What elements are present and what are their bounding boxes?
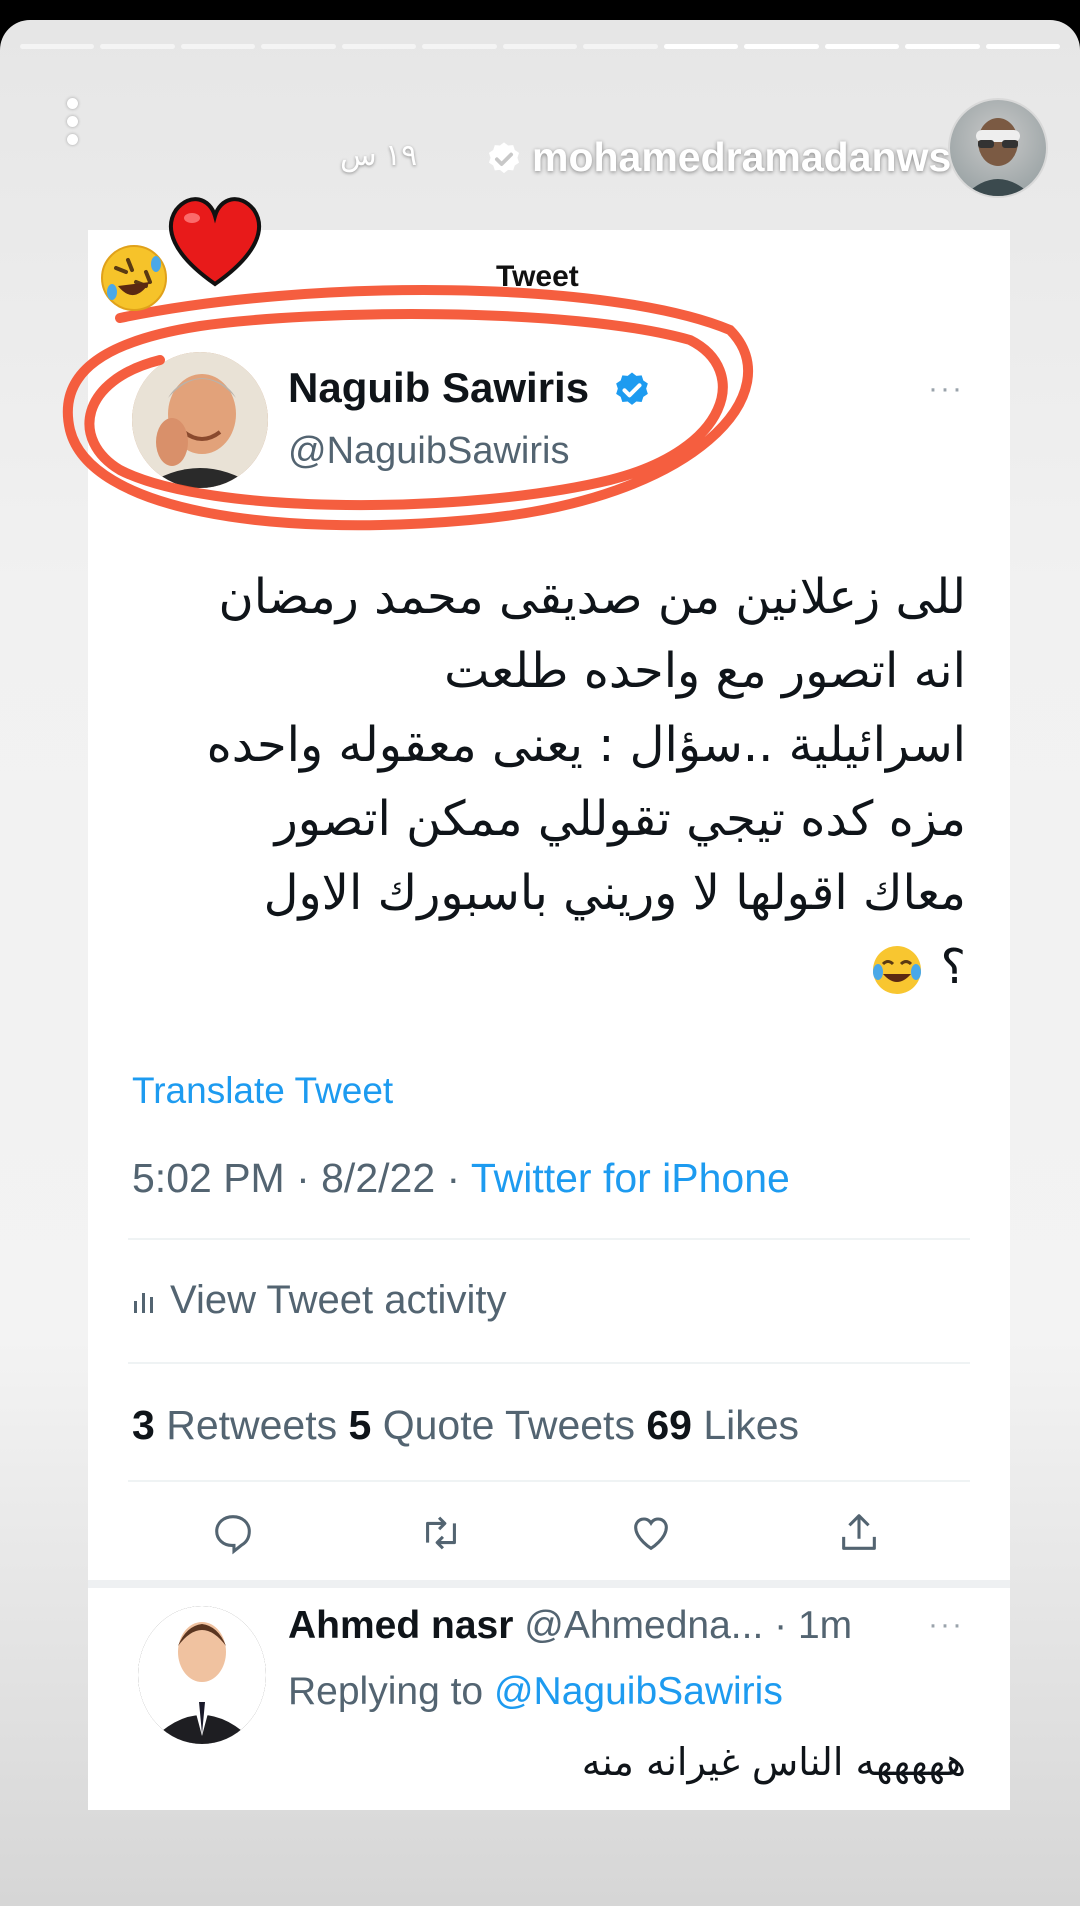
- more-options-icon[interactable]: ···: [928, 1608, 964, 1642]
- tweet-text-line: معاك اقولها لا وريني باسبورك الاول: [263, 865, 966, 921]
- translate-tweet-link[interactable]: Translate Tweet: [132, 1070, 393, 1112]
- activity-label: View Tweet activity: [170, 1278, 507, 1322]
- retweet-icon[interactable]: [418, 1510, 464, 1556]
- tweet-source-link[interactable]: Twitter for iPhone: [471, 1155, 790, 1201]
- reply-handle-time: @Ahmedna... · 1m: [513, 1604, 853, 1647]
- reply-icon[interactable]: [210, 1510, 256, 1556]
- divider: [128, 1362, 970, 1364]
- tears-of-joy-emoji-icon: [873, 946, 922, 994]
- tweet-text-line: للى زعلانين من صديقى محمد رمضان: [218, 569, 966, 625]
- progress-segment: [20, 44, 95, 49]
- tweet-text-line: اسرائيلية ..سؤال : يعنى معقوله واحده: [206, 717, 966, 773]
- like-icon[interactable]: [628, 1510, 674, 1556]
- progress-segment: [341, 44, 417, 49]
- laughing-emoji-sticker: [101, 245, 167, 311]
- progress-segment: [905, 44, 980, 49]
- tweet-action-bar: [128, 1510, 970, 1560]
- progress-segment: [824, 44, 900, 49]
- tweet-text-line: انه اتصور مع واحده طلعت: [444, 643, 966, 699]
- bar-chart-icon: [134, 1292, 153, 1313]
- quote-tweets-stat[interactable]: 5 Quote Tweets: [349, 1402, 647, 1448]
- tweet-text: للى زعلانين من صديقى محمد رمضان انه اتصو…: [140, 560, 966, 1004]
- divider: [128, 1480, 970, 1482]
- progress-segment: [583, 44, 658, 49]
- share-icon[interactable]: [836, 1510, 882, 1556]
- tweet-stats: 3 Retweets 5 Quote Tweets 69 Likes: [132, 1402, 799, 1449]
- progress-segment: [502, 44, 578, 49]
- more-options-icon[interactable]: ···: [928, 372, 964, 406]
- avatar[interactable]: [948, 98, 1048, 198]
- progress-segment: [180, 44, 256, 49]
- tweet-text-line: ؟: [940, 939, 966, 995]
- tweet-meta: 5:02 PM · 8/2/22 · Twitter for iPhone: [132, 1155, 790, 1202]
- story-username[interactable]: mohamedramadanws: [532, 134, 951, 181]
- heart-emoji-sticker: [168, 197, 262, 287]
- story-progress-bar: [20, 44, 1061, 49]
- reply-author[interactable]: Ahmed nasr @Ahmedna... · 1m: [288, 1604, 852, 1648]
- divider: [88, 1580, 1010, 1588]
- story-time-ago: ١٩ س: [340, 139, 418, 172]
- replying-to-link[interactable]: @NaguibSawiris: [494, 1670, 783, 1713]
- replying-prefix: Replying to: [288, 1670, 494, 1713]
- view-tweet-activity-button[interactable]: View Tweet activity: [132, 1278, 506, 1323]
- verified-badge-icon: [488, 142, 520, 174]
- reply-author-name: Ahmed nasr: [288, 1604, 514, 1647]
- progress-segment: [422, 44, 497, 49]
- progress-segment: [744, 44, 819, 49]
- tweet-text-line: مزه كده تيجي تقوللي ممكن اتصور: [274, 791, 966, 847]
- retweets-stat[interactable]: 3 Retweets: [132, 1402, 349, 1448]
- replying-to-line: Replying to @NaguibSawiris: [288, 1670, 783, 1714]
- tweet-text-last-line: ؟: [140, 930, 966, 1004]
- divider: [128, 1238, 970, 1240]
- tweet-timestamp: 5:02 PM · 8/2/22 ·: [132, 1155, 471, 1201]
- story-viewer: ١٩ س mohamedramadanws Tweet Naguib Sawir…: [0, 20, 1080, 1906]
- reply-author-avatar[interactable]: [138, 1606, 266, 1744]
- menu-dots-icon[interactable]: [60, 98, 84, 158]
- progress-segment: [100, 44, 175, 49]
- likes-stat[interactable]: 69 Likes: [646, 1402, 799, 1448]
- progress-segment: [985, 44, 1061, 49]
- reply-text: هههههه الناس غيرانه منه: [581, 1740, 966, 1784]
- progress-segment: [261, 44, 336, 49]
- progress-segment: [663, 44, 739, 49]
